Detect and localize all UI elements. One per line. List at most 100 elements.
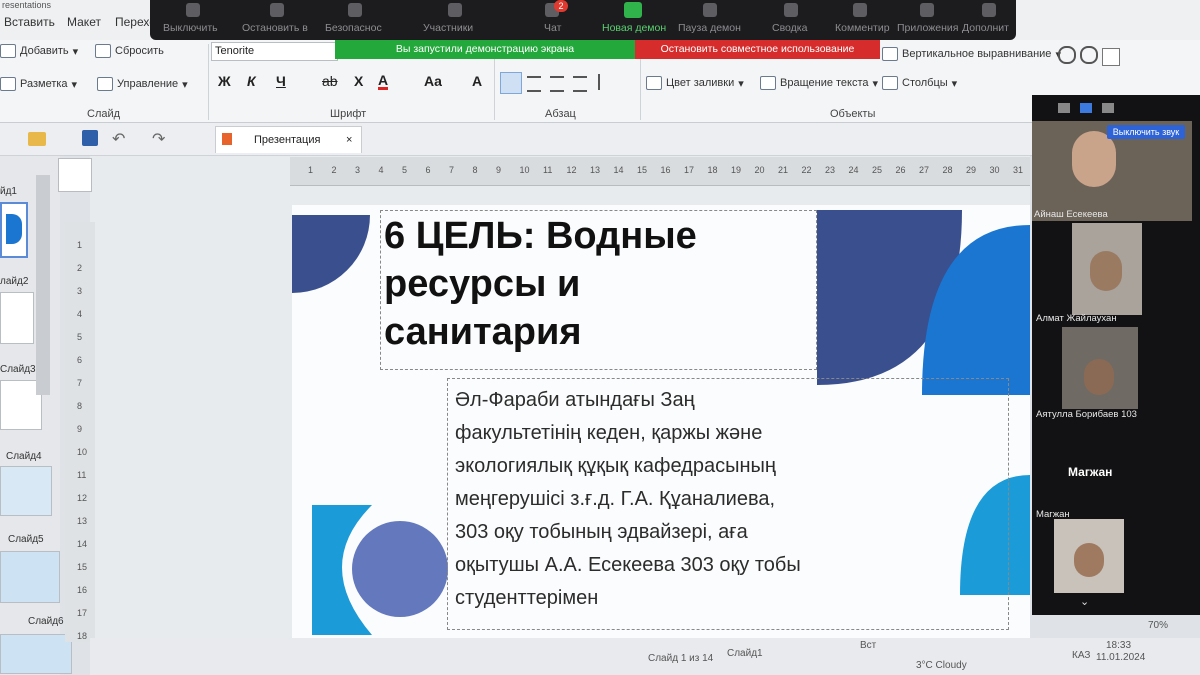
ruler-mark: 30 [989, 165, 1000, 175]
participant-video-tile[interactable] [1062, 327, 1138, 409]
zoom-stop-video-button[interactable]: Остановить в [242, 22, 308, 34]
vst-indicator: Вст [860, 640, 877, 651]
vertical-align-button[interactable]: Вертикальное выравнивание ▾ [882, 47, 1061, 61]
zoom-annotate-button[interactable]: Комментир [835, 22, 890, 34]
vruler-mark: 6 [77, 355, 83, 365]
vruler-mark: 13 [77, 516, 88, 526]
redo-icon[interactable]: ↷ [152, 129, 165, 149]
zoom-chat-button[interactable]: Чат [544, 22, 561, 34]
font-color-button[interactable]: A [378, 73, 389, 90]
save-icon[interactable] [82, 130, 98, 146]
participants-icon[interactable] [448, 3, 462, 17]
slide-title[interactable]: 6 ЦЕЛЬ: Водные ресурсы и санитария [384, 212, 814, 356]
chevron-down-icon[interactable]: ⌄ [1080, 595, 1089, 608]
replace-icon[interactable] [1080, 46, 1098, 64]
reset-button[interactable]: Сбросить [95, 44, 164, 58]
add-slide-button[interactable]: Добавить ▾ [0, 44, 78, 58]
zoom-more-button[interactable]: Дополнит [962, 22, 1009, 34]
bold-button[interactable]: Ж [218, 73, 231, 89]
select-icon[interactable] [1102, 48, 1120, 66]
summary-icon[interactable] [784, 3, 798, 17]
zoom-security-button[interactable]: Безопаснос [325, 22, 382, 34]
undo-icon[interactable]: ↶ [112, 129, 125, 149]
open-folder-icon[interactable] [28, 132, 46, 146]
zoom-new-share-button[interactable]: Новая демон [602, 22, 666, 34]
ruler-corner-button[interactable] [58, 158, 92, 192]
stop-share-button[interactable]: Остановить совместное использование [635, 40, 880, 59]
slide-thumbnail[interactable] [0, 466, 52, 516]
vruler-mark: 2 [77, 263, 83, 273]
slide-thumbnail[interactable] [0, 551, 60, 603]
zoom-mute-button[interactable]: Выключить [163, 22, 218, 34]
mute-participant-button[interactable]: Выключить звук [1107, 125, 1185, 139]
align-left-button[interactable] [500, 72, 522, 94]
tab-label: Презентация [254, 134, 321, 146]
shield-icon[interactable] [348, 3, 362, 17]
close-tab-icon[interactable]: × [346, 127, 352, 153]
participant-video-tile[interactable] [1054, 519, 1124, 593]
change-case-button[interactable]: Aa [424, 73, 442, 89]
vruler-mark: 5 [77, 332, 83, 342]
font-size-button[interactable]: A [472, 73, 482, 89]
ruler-mark: 20 [754, 165, 765, 175]
slides-panel-scrollbar[interactable] [36, 175, 50, 395]
font-name-field[interactable]: Tenorite [211, 42, 338, 61]
slide-thumb-label: Слайд6 [28, 616, 64, 627]
slide-thumbnail[interactable] [0, 202, 28, 258]
italic-button[interactable]: К [247, 73, 256, 89]
zoom-apps-button[interactable]: Приложения [897, 22, 958, 34]
justify-button[interactable] [573, 76, 587, 92]
keyboard-language[interactable]: КАЗ [1072, 650, 1090, 661]
clear-format-button[interactable]: X [354, 73, 363, 89]
video-icon[interactable] [270, 3, 284, 17]
slide-thumbnail[interactable] [0, 292, 34, 344]
participant-name: Аятулла Борибаев 103 [1036, 409, 1137, 420]
participant-video-tile[interactable] [1072, 223, 1142, 315]
ruler-mark: 21 [778, 165, 789, 175]
annotate-icon[interactable] [853, 3, 867, 17]
ruler-mark: 3 [355, 165, 361, 175]
grid-view-icon[interactable] [1102, 103, 1114, 113]
quick-access-bar [0, 123, 1200, 156]
slide-thumbnail[interactable] [0, 634, 72, 674]
window-title: resentations [2, 0, 52, 10]
vruler-mark: 1 [77, 240, 83, 250]
align-center-button[interactable] [527, 76, 541, 92]
slide-body-text[interactable]: Әл-Фараби атындағы Заң факультетінің кед… [455, 384, 1005, 615]
view-toggle-icon[interactable] [1058, 103, 1070, 113]
zoom-pause-share-button[interactable]: Пауза демон [678, 22, 741, 34]
more-icon[interactable] [982, 3, 996, 17]
participant-video-tile[interactable]: Выключить звук Айнаш Есекеева [1032, 121, 1192, 221]
tab-presentation[interactable]: Презентация × [215, 126, 362, 153]
add-slide-icon [0, 44, 16, 58]
share-arrow-icon[interactable] [624, 2, 642, 18]
avatar [1090, 251, 1122, 291]
manage-button[interactable]: Управление ▾ [97, 77, 188, 91]
avatar [1072, 131, 1116, 187]
speaker-view-icon[interactable] [1080, 103, 1092, 113]
layout-button[interactable]: Разметка ▾ [0, 77, 77, 91]
ruler-mark: 25 [872, 165, 883, 175]
zoom-participants-button[interactable]: Участники [423, 22, 473, 34]
manage-label: Управление [117, 78, 179, 90]
apps-icon[interactable] [920, 3, 934, 17]
line-spacing-button[interactable] [598, 74, 616, 90]
zoom-summary-button[interactable]: Сводка [772, 22, 807, 34]
slide-thumb-label: Слайд5 [8, 534, 44, 545]
underline-button[interactable]: Ч [276, 73, 286, 89]
ruler-mark: 28 [942, 165, 953, 175]
columns-button[interactable]: Столбцы ▾ [882, 76, 957, 90]
align-right-button[interactable] [550, 76, 564, 92]
fill-color-button[interactable]: Цвет заливки ▾ [646, 76, 744, 90]
ruler-mark: 22 [801, 165, 812, 175]
zoom-level[interactable]: 70% [1148, 620, 1168, 631]
find-icon[interactable] [1058, 46, 1076, 64]
slide-body-line: 303 оқу тобының эдвайзері, аға [455, 521, 748, 543]
strikethrough-button[interactable]: ab [322, 73, 338, 89]
menu-layout[interactable]: Макет [67, 15, 101, 29]
text-rotation-button[interactable]: Вращение текста ▾ [760, 76, 878, 90]
menu-insert[interactable]: Вставить [4, 15, 55, 29]
ruler-mark: 19 [731, 165, 742, 175]
microphone-icon[interactable] [186, 3, 200, 17]
pause-icon[interactable] [703, 3, 717, 17]
